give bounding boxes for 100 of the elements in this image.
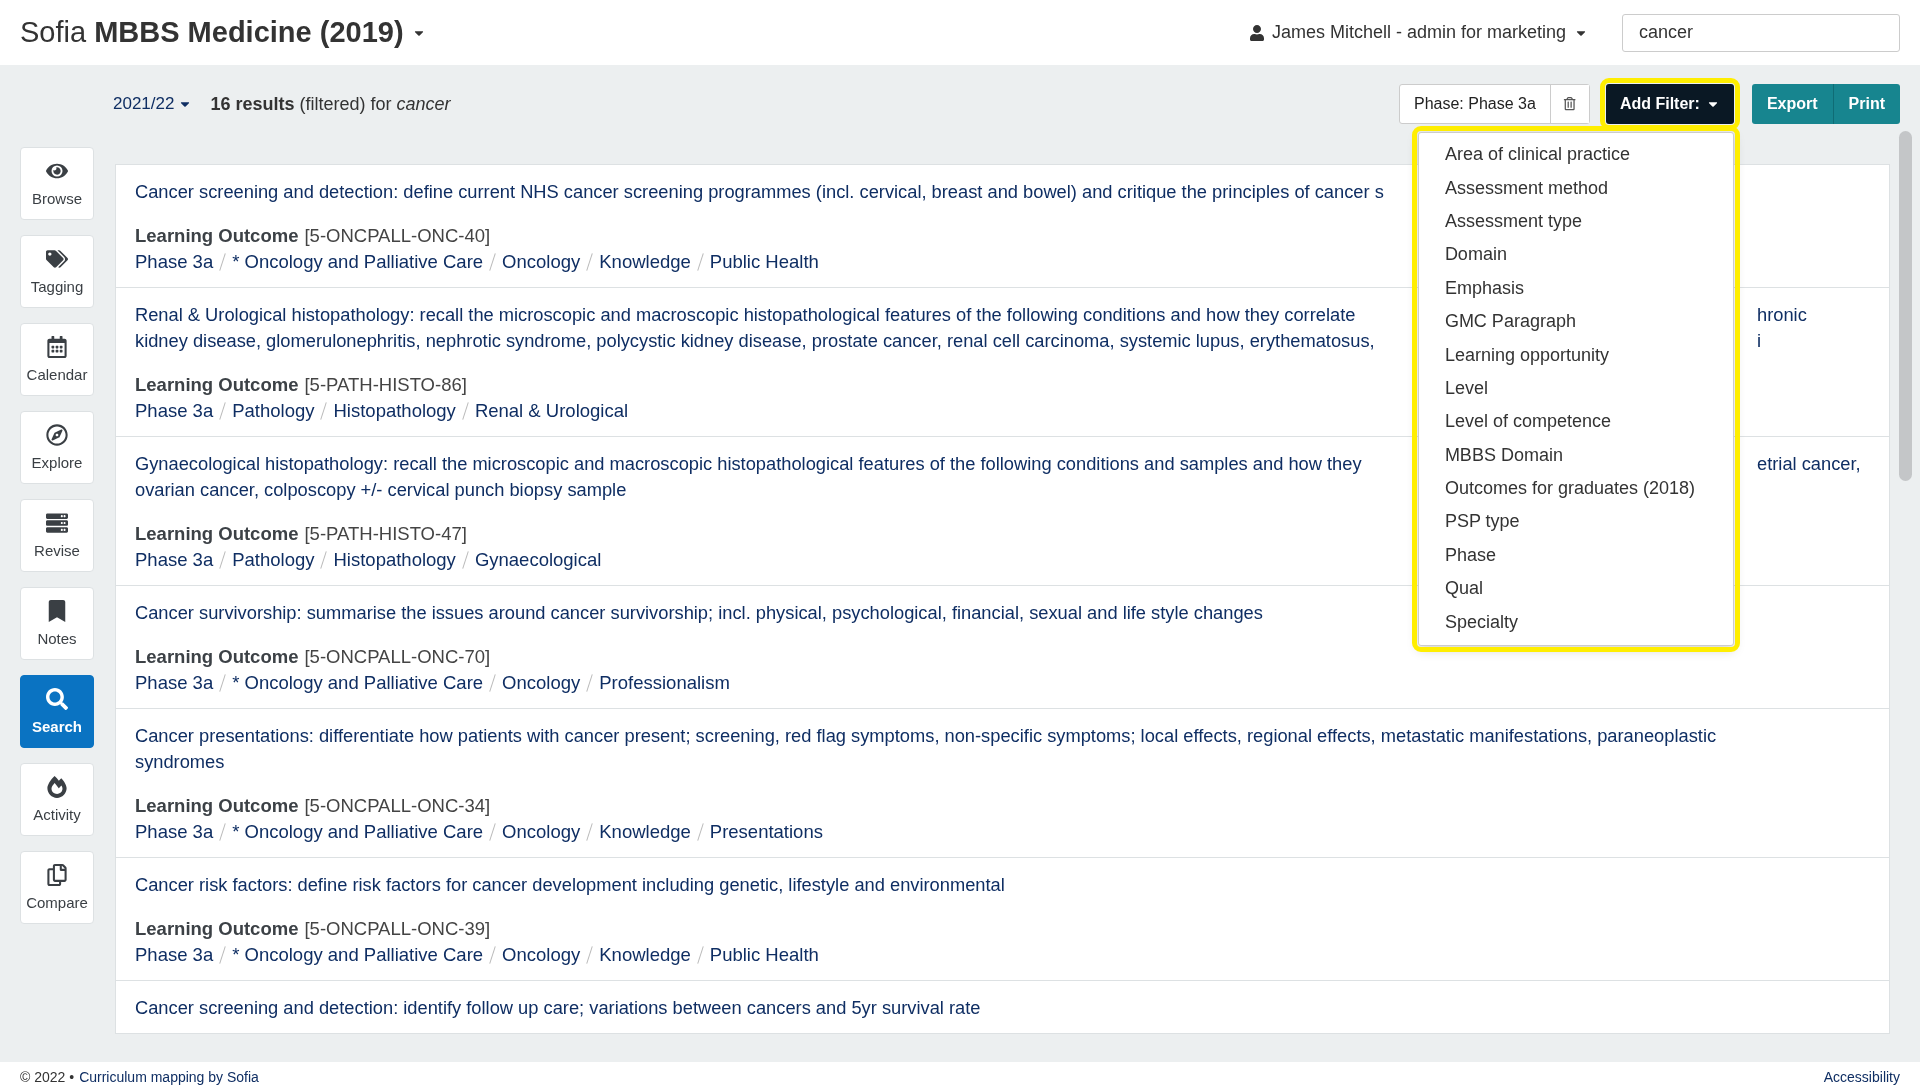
tag-link[interactable]: Gynaecological	[474, 547, 602, 573]
tag-link[interactable]: Phase 3a	[135, 670, 214, 696]
tag-link[interactable]: * Oncology and Palliative Care	[232, 819, 484, 845]
result-code: [5-PATH-HISTO-47]	[304, 522, 467, 546]
menu-item[interactable]: Level of competence	[1418, 405, 1733, 439]
copy-icon	[46, 864, 68, 886]
result-title[interactable]: hronic	[1757, 302, 1807, 328]
year-selector[interactable]: 2021/22	[113, 94, 193, 114]
result-title[interactable]: Cancer survivorship: summarise the issues around cancer survivorship; incl. physical, psychological, financial, sexual and life style changes	[135, 600, 1263, 626]
sidebar-label: Compare	[26, 894, 88, 911]
result-type: Learning Outcome	[135, 373, 299, 397]
calendar-icon	[46, 336, 68, 358]
tag-link[interactable]: * Oncology and Palliative Care	[232, 942, 484, 968]
sidebar-item[interactable]: Tagging	[20, 235, 94, 308]
sidebar-item[interactable]: Search	[20, 675, 94, 748]
tag-link[interactable]: * Oncology and Palliative Care	[232, 670, 484, 696]
result-code: [5-ONCPALL-ONC-40]	[304, 224, 491, 248]
search-field[interactable]: cancer	[1622, 13, 1900, 52]
tag-link[interactable]: Phase 3a	[135, 819, 214, 845]
sidebar-item[interactable]: Calendar	[20, 323, 94, 396]
tag-link[interactable]: Phase 3a	[135, 249, 214, 275]
tag-link[interactable]: Public Health	[709, 249, 819, 275]
sidebar-item[interactable]: Activity	[20, 763, 94, 836]
user-icon	[1249, 24, 1264, 41]
trash-icon	[1563, 97, 1577, 111]
sidebar-item[interactable]: Notes	[20, 587, 94, 660]
result-title[interactable]: Cancer risk factors: define risk factors for cancer development including genetic, lifestyle and environmental	[135, 872, 1005, 898]
menu-item[interactable]: Emphasis	[1418, 271, 1733, 305]
menu-item[interactable]: GMC Paragraph	[1418, 304, 1733, 339]
menu-item[interactable]: Level	[1418, 371, 1733, 406]
tag-link[interactable]: Phase 3a	[135, 398, 214, 424]
sidebar-label: Tagging	[30, 278, 84, 295]
menu-item[interactable]: Specialty	[1418, 605, 1733, 639]
sidebar-item[interactable]: Compare	[20, 851, 94, 924]
sidebar-label: Activity	[33, 806, 81, 823]
menu-item[interactable]: Assessment method	[1418, 171, 1733, 205]
tag-link[interactable]: Public Health	[709, 942, 819, 968]
export-button[interactable]: Export	[1751, 84, 1833, 124]
result-title[interactable]: Cancer screening and detection: identify follow up care; variations between cancers and 5yr survival rate	[135, 995, 981, 1021]
sidebar-label: Calendar	[26, 366, 88, 383]
tag-link[interactable]: Histopathology	[333, 398, 456, 424]
tag-link[interactable]: Knowledge	[599, 819, 691, 845]
menu-item[interactable]: Domain	[1418, 238, 1733, 272]
sidebar-item[interactable]: Explore	[20, 411, 94, 484]
tag-link[interactable]: Oncology	[502, 819, 581, 845]
sidebar-label: Browse	[32, 190, 82, 207]
menu-item[interactable]: Area of clinical practice	[1418, 138, 1733, 172]
tag-link[interactable]: Knowledge	[599, 249, 691, 275]
stacked-bars-icon	[46, 512, 68, 534]
sidebar-label: Search	[31, 718, 82, 735]
result-type: Learning Outcome	[135, 645, 299, 669]
tag-link[interactable]: Pathology	[232, 398, 315, 424]
menu-item[interactable]: Outcomes for graduates (2018)	[1418, 471, 1733, 506]
footer-link[interactable]: Curriculum mapping by Sofia	[79, 1069, 259, 1085]
result-title[interactable]: Cancer screening and detection: define current NHS cancer screening programmes (incl. cervical, breast and bowel) and critique the principles of cancer s	[135, 179, 1384, 205]
result-title[interactable]: Cancer presentations: differentiate how patients with cancer present; screening, red flag symptoms, non-specific symptoms; local effects, regional effects, metastatic manifestations, paraneoplastic	[135, 723, 1717, 749]
copyright: © 2022 •	[20, 1069, 75, 1085]
tags-icon	[46, 248, 68, 270]
filter-label: Phase: Phase 3a	[1400, 85, 1551, 123]
tag-link[interactable]: Professionalism	[599, 670, 730, 696]
tag-link[interactable]: Oncology	[502, 670, 581, 696]
search-icon	[46, 688, 68, 710]
result-code: [5-ONCPALL-ONC-39]	[304, 917, 491, 941]
result-code: [5-ONCPALL-ONC-70]	[304, 645, 491, 669]
result-type: Learning Outcome	[135, 522, 299, 546]
sidebar-label: Revise	[34, 542, 80, 559]
app-title: Sofia MBBS Medicine (2019)	[20, 16, 404, 49]
result-type: Learning Outcome	[135, 794, 299, 818]
sidebar-item[interactable]: Browse	[20, 147, 94, 220]
tag-link[interactable]: * Oncology and Palliative Care	[232, 249, 484, 275]
tag-link[interactable]: Presentations	[709, 819, 823, 845]
menu-item[interactable]: PSP type	[1418, 505, 1733, 539]
result-code: [5-ONCPALL-ONC-34]	[304, 794, 491, 818]
tag-link[interactable]: Oncology	[502, 942, 581, 968]
sidebar-label: Notes	[37, 630, 77, 647]
accessibility-link[interactable]: Accessibility	[1823, 1069, 1900, 1085]
tag-link[interactable]: Pathology	[232, 547, 315, 573]
result-type: Learning Outcome	[135, 224, 299, 248]
result-code: [5-PATH-HISTO-86]	[304, 373, 467, 397]
results-summary: 16 results (filtered) for cancer	[210, 93, 451, 115]
tag-link[interactable]: Phase 3a	[135, 942, 214, 968]
tag-link[interactable]: Knowledge	[599, 942, 691, 968]
tag-link[interactable]: Oncology	[502, 249, 581, 275]
compass-icon	[46, 424, 68, 446]
flame-icon	[46, 776, 68, 798]
result-title[interactable]: i	[1757, 328, 1762, 354]
menu-item[interactable]: Qual	[1418, 572, 1733, 606]
sidebar-item[interactable]: Revise	[20, 499, 94, 572]
result-title[interactable]: syndromes	[135, 749, 225, 775]
tag-link[interactable]: Phase 3a	[135, 547, 214, 573]
tag-link[interactable]: Histopathology	[333, 547, 456, 573]
menu-item[interactable]: Learning opportunity	[1418, 338, 1733, 372]
result-title[interactable]: ovarian cancer, colposcopy +/- cervical punch biopsy sample	[135, 477, 627, 503]
menu-item[interactable]: Phase	[1418, 538, 1733, 573]
menu-item[interactable]: Assessment type	[1418, 204, 1733, 239]
menu-item[interactable]: MBBS Domain	[1418, 438, 1733, 472]
print-button[interactable]: Print	[1832, 84, 1900, 124]
tag-link[interactable]: Renal & Urological	[474, 398, 629, 424]
result-title[interactable]: etrial cancer,	[1757, 451, 1861, 477]
scrollbar[interactable]	[1898, 131, 1912, 481]
